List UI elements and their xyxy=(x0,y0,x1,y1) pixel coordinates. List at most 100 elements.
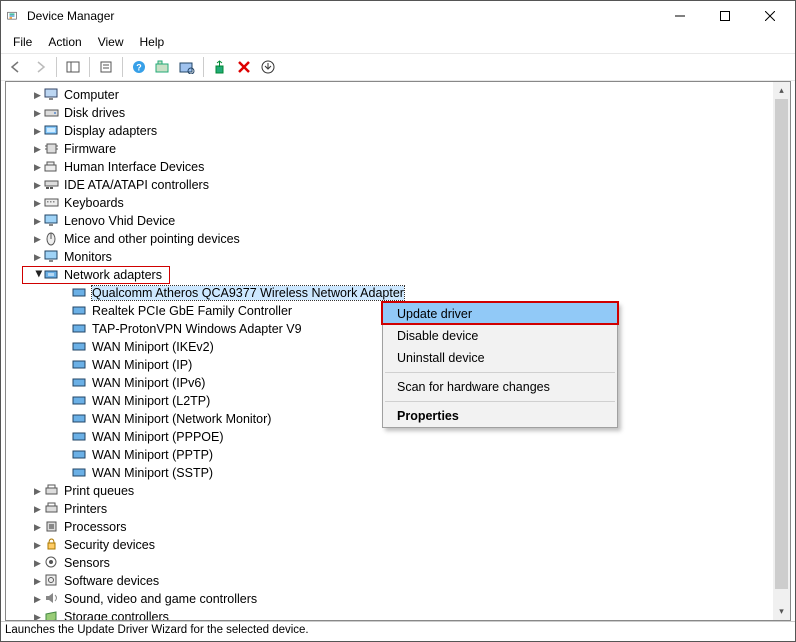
tree-item-storage-controllers[interactable]: ▶Storage controllers xyxy=(6,608,790,621)
vertical-scrollbar[interactable]: ▴ ▾ xyxy=(773,82,790,620)
tree-item-printers[interactable]: ▶Printers xyxy=(6,500,790,518)
back-button[interactable] xyxy=(5,56,27,78)
tree-item-wan-pppoe[interactable]: WAN Miniport (PPPOE) xyxy=(6,428,790,446)
ide-icon xyxy=(44,177,60,193)
tree-item-ide[interactable]: ▶IDE ATA/ATAPI controllers xyxy=(6,176,790,194)
svg-text:?: ? xyxy=(136,63,142,73)
titlebar: Device Manager xyxy=(1,1,795,31)
help-button[interactable]: ? xyxy=(128,56,150,78)
tree-item-qualcomm-adapter[interactable]: Qualcomm Atheros QCA9377 Wireless Networ… xyxy=(6,284,790,302)
toolbar-separator xyxy=(56,57,57,77)
scrollbar-thumb[interactable] xyxy=(775,99,788,589)
tree-item-computer[interactable]: ▶Computer xyxy=(6,86,790,104)
context-menu-uninstall-device[interactable]: Uninstall device xyxy=(383,347,617,369)
device-manager-window: Device Manager File Action View Help ? ▶… xyxy=(0,0,796,642)
chevron-right-icon: ▶ xyxy=(34,108,44,119)
context-menu-separator xyxy=(385,372,615,373)
chevron-right-icon: ▶ xyxy=(34,594,44,605)
chevron-right-icon: ▶ xyxy=(34,234,44,245)
toolbar-separator xyxy=(89,57,90,77)
display-adapter-icon xyxy=(44,123,60,139)
processor-icon xyxy=(44,519,60,535)
monitor-icon xyxy=(44,213,60,229)
properties-button[interactable] xyxy=(95,56,117,78)
close-button[interactable] xyxy=(750,1,795,31)
context-menu-disable-device[interactable]: Disable device xyxy=(383,325,617,347)
tree-item-processors[interactable]: ▶Processors xyxy=(6,518,790,536)
tree-item-keyboards[interactable]: ▶Keyboards xyxy=(6,194,790,212)
toolbar: ? xyxy=(1,53,795,81)
update-driver-toolbar-button[interactable] xyxy=(152,56,174,78)
menu-file[interactable]: File xyxy=(7,33,42,51)
monitor-icon xyxy=(44,249,60,265)
enable-device-toolbar-button[interactable] xyxy=(209,56,231,78)
forward-button[interactable] xyxy=(29,56,51,78)
printer-icon xyxy=(44,501,60,517)
device-tree-panel: ▶Computer ▶Disk drives ▶Display adapters… xyxy=(5,81,791,621)
tree-item-monitors[interactable]: ▶Monitors xyxy=(6,248,790,266)
network-card-icon xyxy=(72,447,88,463)
tree-item-display-adapters[interactable]: ▶Display adapters xyxy=(6,122,790,140)
menu-view[interactable]: View xyxy=(92,33,134,51)
tree-item-firmware[interactable]: ▶Firmware xyxy=(6,140,790,158)
tree-item-wan-sstp[interactable]: WAN Miniport (SSTP) xyxy=(6,464,790,482)
sensor-icon xyxy=(44,555,60,571)
printer-icon xyxy=(44,483,60,499)
network-card-icon xyxy=(72,285,88,301)
context-menu-separator xyxy=(385,401,615,402)
chevron-right-icon: ▶ xyxy=(34,576,44,587)
network-card-icon xyxy=(72,375,88,391)
tree-item-print-queues[interactable]: ▶Print queues xyxy=(6,482,790,500)
uninstall-device-toolbar-button[interactable] xyxy=(257,56,279,78)
chevron-right-icon: ▶ xyxy=(34,612,44,622)
menu-help[interactable]: Help xyxy=(134,33,175,51)
statusbar: Launches the Update Driver Wizard for th… xyxy=(1,621,795,641)
tree-item-mice[interactable]: ▶Mice and other pointing devices xyxy=(6,230,790,248)
tree-item-sensors[interactable]: ▶Sensors xyxy=(6,554,790,572)
context-menu-properties[interactable]: Properties xyxy=(383,405,617,427)
tree-item-security-devices[interactable]: ▶Security devices xyxy=(6,536,790,554)
status-text: Launches the Update Driver Wizard for th… xyxy=(5,624,309,636)
tree-item-hid[interactable]: ▶Human Interface Devices xyxy=(6,158,790,176)
tree-item-sound[interactable]: ▶Sound, video and game controllers xyxy=(6,590,790,608)
window-title: Device Manager xyxy=(27,9,660,23)
context-menu-scan-hardware[interactable]: Scan for hardware changes xyxy=(383,376,617,398)
minimize-button[interactable] xyxy=(660,1,705,31)
firmware-icon xyxy=(44,141,60,157)
chevron-right-icon: ▶ xyxy=(34,504,44,515)
chevron-right-icon: ▶ xyxy=(34,180,44,191)
chevron-right-icon: ▶ xyxy=(34,90,44,101)
speaker-icon xyxy=(44,591,60,607)
disable-device-toolbar-button[interactable] xyxy=(233,56,255,78)
chevron-right-icon: ▶ xyxy=(34,522,44,533)
tree-item-network-adapters[interactable]: ▶Network adapters xyxy=(6,266,790,284)
menubar: File Action View Help xyxy=(1,31,795,53)
mouse-icon xyxy=(44,231,60,247)
software-device-icon xyxy=(44,573,60,589)
keyboard-icon xyxy=(44,195,60,211)
tree-item-software-devices[interactable]: ▶Software devices xyxy=(6,572,790,590)
tree-item-disk-drives[interactable]: ▶Disk drives xyxy=(6,104,790,122)
maximize-button[interactable] xyxy=(705,1,750,31)
network-card-icon xyxy=(72,411,88,427)
network-card-icon xyxy=(72,429,88,445)
chevron-right-icon: ▶ xyxy=(34,558,44,569)
chevron-right-icon: ▶ xyxy=(34,198,44,209)
chevron-down-icon: ▶ xyxy=(34,270,45,280)
scroll-down-button[interactable]: ▾ xyxy=(773,603,790,620)
disk-icon xyxy=(44,105,60,121)
scroll-up-button[interactable]: ▴ xyxy=(773,82,790,99)
hid-icon xyxy=(44,159,60,175)
scan-hardware-toolbar-button[interactable] xyxy=(176,56,198,78)
tree-item-wan-pptp[interactable]: WAN Miniport (PPTP) xyxy=(6,446,790,464)
show-hide-console-button[interactable] xyxy=(62,56,84,78)
chevron-right-icon: ▶ xyxy=(34,144,44,155)
menu-action[interactable]: Action xyxy=(42,33,91,51)
network-card-icon xyxy=(72,393,88,409)
context-menu-update-driver[interactable]: Update driver xyxy=(383,303,617,325)
tree-item-lenovo-vhid[interactable]: ▶Lenovo Vhid Device xyxy=(6,212,790,230)
network-card-icon xyxy=(72,465,88,481)
context-menu: Update driver Disable device Uninstall d… xyxy=(382,302,618,428)
chevron-right-icon: ▶ xyxy=(34,252,44,263)
network-card-icon xyxy=(72,357,88,373)
